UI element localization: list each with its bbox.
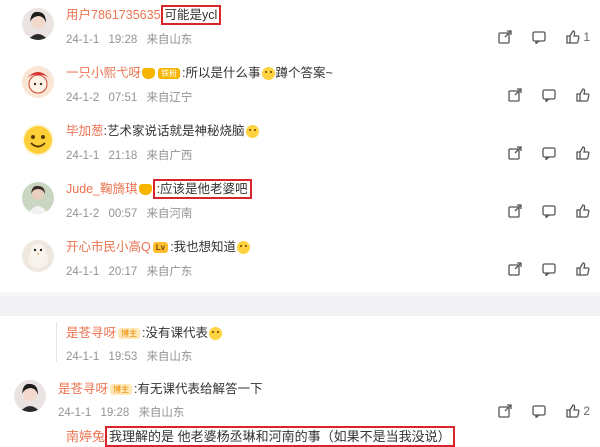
comment-date: 24-1-1 xyxy=(58,407,92,419)
comment-location: 来自辽宁 xyxy=(146,92,193,104)
comment-item: 毕加葱:艺术家说话就是神秘烧脑 24-1-1 21:18 来自广西 xyxy=(0,116,600,174)
comment-text: :艺术家说话就是神秘烧脑 xyxy=(103,124,245,138)
reply-item: 南婷兔 我理解的是 他老婆杨丞琳和河南的事（如果不是当我没说） xyxy=(0,426,600,447)
emoji-icon xyxy=(245,125,259,139)
like-icon xyxy=(566,404,580,418)
highlighted-comment-text: 可能是ycl xyxy=(160,5,222,25)
emoji-icon xyxy=(237,241,251,255)
comment-text-continued: 蹲个答案~ xyxy=(275,66,333,80)
like-button[interactable]: 1 xyxy=(566,30,590,44)
comment-actions xyxy=(508,145,590,161)
vip-crown-icon xyxy=(142,68,156,80)
comment-item: 开心市民小高Q Lv:我也想知道 24-1-1 20:17 来自广东 xyxy=(0,232,600,290)
comment-date: 24-1-2 xyxy=(66,92,100,104)
comment-actions: 2 xyxy=(498,403,590,419)
comment-time: 19:28 xyxy=(108,34,138,46)
comment-location: 来自山东 xyxy=(146,351,193,363)
comment-date: 24-1-1 xyxy=(66,351,100,363)
comment-username[interactable]: 一只小熙弋呀 xyxy=(66,66,141,80)
like-icon[interactable] xyxy=(576,146,590,160)
section-divider xyxy=(0,296,600,316)
comment-icon[interactable] xyxy=(542,88,556,103)
comment-meta: 24-1-1 19:28 来自山东 xyxy=(58,404,184,420)
comment-icon[interactable] xyxy=(542,262,556,277)
comment-location: 来自山东 xyxy=(146,34,193,46)
thread-line xyxy=(56,322,57,362)
comment-text: :有无课代表给解答一下 xyxy=(134,382,263,396)
comment-time: 07:51 xyxy=(108,92,138,104)
avatar[interactable] xyxy=(14,380,46,412)
comment-date: 24-1-2 xyxy=(66,208,100,220)
share-icon[interactable] xyxy=(508,146,522,160)
comment-date: 24-1-1 xyxy=(66,266,100,278)
fan-badge: 铁粉 xyxy=(158,68,181,80)
comment-icon[interactable] xyxy=(532,30,546,45)
comment-meta: 24-1-1 21:18 来自广西 xyxy=(66,147,192,163)
comment-date: 24-1-1 xyxy=(66,150,100,162)
comment-actions xyxy=(508,203,590,219)
comment-location: 来自山东 xyxy=(138,407,185,419)
comment-item: 一只小熙弋呀 铁粉:所以是什么事 蹲个答案~ 24-1-2 07:51 来自辽宁 xyxy=(0,58,600,116)
comment-icon[interactable] xyxy=(532,404,546,419)
comment-meta: 24-1-2 00:57 来自河南 xyxy=(66,205,192,221)
comment-time: 20:17 xyxy=(108,266,138,278)
comment-text: :我也想知道 xyxy=(170,240,237,254)
share-icon[interactable] xyxy=(508,204,522,218)
like-icon[interactable] xyxy=(576,88,590,102)
comment-actions xyxy=(508,261,590,277)
author-badge: 博主 xyxy=(110,384,133,396)
comment-meta: 24-1-2 07:51 来自辽宁 xyxy=(66,89,192,105)
avatar[interactable] xyxy=(22,8,54,40)
level-badge: Lv xyxy=(152,242,169,254)
comment-time: 19:28 xyxy=(100,407,130,419)
comment-username[interactable]: 开心市民小高Q xyxy=(66,240,151,254)
comment-item: Jude_鞠旖琪 :应该是他老婆吧 24-1-2 00:57 来自河南 xyxy=(0,174,600,232)
like-icon[interactable] xyxy=(576,204,590,218)
avatar[interactable] xyxy=(22,66,54,98)
comment-meta: 24-1-1 19:28 来自山东 xyxy=(66,31,192,47)
emoji-icon xyxy=(261,67,275,81)
like-icon xyxy=(566,30,580,44)
share-icon[interactable] xyxy=(498,404,512,418)
comment-time: 21:18 xyxy=(108,150,138,162)
comment-icon[interactable] xyxy=(542,146,556,161)
like-count: 1 xyxy=(583,30,590,44)
comment-item: 用户7861735635 可能是ycl 24-1-1 19:28 来自山东 1 xyxy=(0,0,600,58)
highlighted-comment-text: 我理解的是 他老婆杨丞琳和河南的事（如果不是当我没说） xyxy=(105,426,455,447)
comment-location: 来自广西 xyxy=(146,150,193,162)
comment-icon[interactable] xyxy=(542,204,556,219)
comment-meta: 24-1-1 19:53 来自山东 xyxy=(66,348,192,364)
avatar[interactable] xyxy=(22,240,54,272)
comment-location: 来自河南 xyxy=(146,208,193,220)
avatar[interactable] xyxy=(22,182,54,214)
highlighted-comment-text: :应该是他老婆吧 xyxy=(152,179,252,199)
comment-username[interactable]: 毕加葱 xyxy=(66,124,104,138)
comment-username[interactable]: Jude_鞠旖琪 xyxy=(66,182,138,196)
comment-item: 是苍寻呀 博主:有无课代表给解答一下 24-1-1 19:28 来自山东 2 xyxy=(0,372,600,422)
comment-actions xyxy=(508,87,590,103)
emoji-icon xyxy=(209,327,222,341)
avatar[interactable] xyxy=(22,124,54,156)
comment-actions: 1 xyxy=(498,29,590,45)
comment-time: 00:57 xyxy=(108,208,138,220)
comment-username[interactable]: 是苍寻呀 xyxy=(66,326,116,340)
comment-username[interactable]: 是苍寻呀 xyxy=(58,382,108,396)
share-icon[interactable] xyxy=(508,88,522,102)
share-icon[interactable] xyxy=(498,30,512,44)
like-count: 2 xyxy=(583,404,590,418)
vip-crown-icon xyxy=(138,184,152,196)
comment-location: 来自广东 xyxy=(146,266,193,278)
comment-username[interactable]: 南婷兔 xyxy=(66,429,105,444)
comment-text: :没有课代表 xyxy=(142,326,208,340)
comment-username[interactable]: 用户7861735635 xyxy=(66,8,161,22)
comment-text: :所以是什么事 xyxy=(182,66,261,80)
comment-time: 19:53 xyxy=(108,351,138,363)
comment-date: 24-1-1 xyxy=(66,34,100,46)
share-icon[interactable] xyxy=(508,262,522,276)
like-button[interactable]: 2 xyxy=(566,404,590,418)
like-icon[interactable] xyxy=(576,262,590,276)
author-badge: 博主 xyxy=(118,328,141,340)
reply-item: 是苍寻呀 博主:没有课代表 24-1-1 19:53 来自山东 xyxy=(0,318,600,366)
comment-meta: 24-1-1 20:17 来自广东 xyxy=(66,263,192,279)
